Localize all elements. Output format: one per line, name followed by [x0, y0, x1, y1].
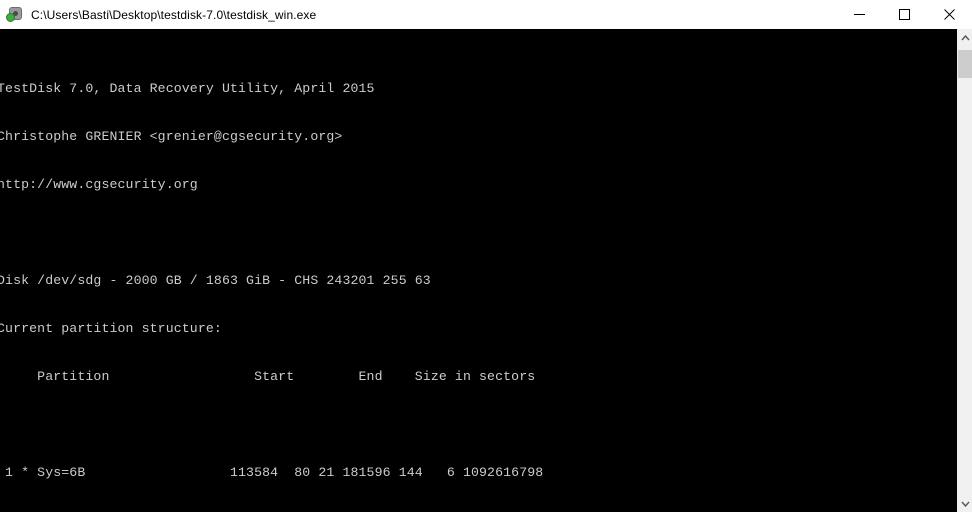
terminal-line: Christophe GRENIER <grenier@cgsecurity.o…: [0, 129, 343, 144]
terminal-line: http://www.cgsecurity.org: [0, 177, 198, 192]
minimize-icon: [854, 14, 865, 15]
minimize-button[interactable]: [837, 0, 882, 29]
close-button[interactable]: [927, 0, 972, 29]
scroll-up-arrow-icon: [960, 34, 970, 40]
testdisk-window: C:\Users\Basti\Desktop\testdisk-7.0\test…: [0, 0, 972, 512]
scroll-up-button[interactable]: [957, 29, 972, 46]
testdisk-app-icon: [6, 6, 24, 24]
window-controls: [837, 0, 972, 29]
terminal-line-structure-label: Current partition structure:: [0, 321, 222, 336]
vertical-scrollbar[interactable]: [957, 29, 972, 512]
window-body: TestDisk 7.0, Data Recovery Utility, Apr…: [0, 29, 972, 512]
terminal-line-disk-info: Disk /dev/sdg - 2000 GB / 1863 GiB - CHS…: [0, 273, 431, 288]
terminal-console[interactable]: TestDisk 7.0, Data Recovery Utility, Apr…: [0, 29, 957, 512]
title-bar[interactable]: C:\Users\Basti\Desktop\testdisk-7.0\test…: [0, 0, 972, 29]
scrollbar-thumb[interactable]: [957, 50, 972, 78]
scrollbar-track[interactable]: [957, 46, 972, 495]
scroll-down-button[interactable]: [957, 495, 972, 512]
table-row: 1 * Sys=6B 113584 80 21 181596 144 6 109…: [0, 465, 544, 480]
title-bar-left: C:\Users\Basti\Desktop\testdisk-7.0\test…: [0, 6, 837, 24]
terminal-text: TestDisk 7.0, Data Recovery Utility, Apr…: [0, 29, 957, 512]
maximize-button[interactable]: [882, 0, 927, 29]
scroll-down-arrow-icon: [960, 501, 970, 507]
close-icon: [944, 9, 955, 20]
maximize-icon: [899, 9, 910, 20]
terminal-line: TestDisk 7.0, Data Recovery Utility, Apr…: [0, 81, 375, 96]
terminal-table-header: Partition Start End Size in sectors: [0, 369, 536, 384]
window-title: C:\Users\Basti\Desktop\testdisk-7.0\test…: [31, 7, 317, 22]
